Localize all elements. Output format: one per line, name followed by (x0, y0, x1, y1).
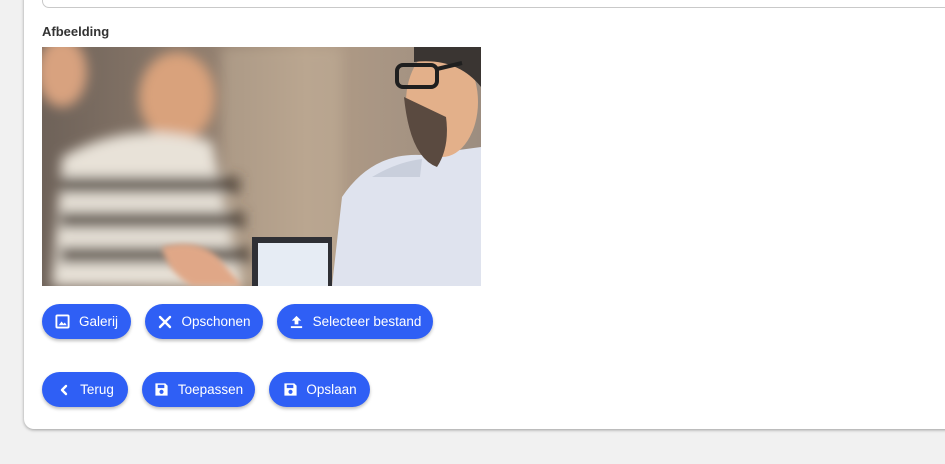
apply-button[interactable]: Toepassen (142, 372, 255, 407)
select-file-button[interactable]: Selecteer bestand (277, 304, 433, 339)
save-icon (282, 382, 298, 398)
image-icon (55, 314, 71, 330)
upload-icon (289, 314, 305, 330)
clear-button[interactable]: Opschonen (145, 304, 263, 339)
chevron-left-icon (56, 382, 72, 398)
apply-button-label: Toepassen (177, 382, 244, 397)
gallery-button[interactable]: Galerij (42, 304, 131, 339)
clear-button-label: Opschonen (181, 314, 251, 329)
image-preview (42, 47, 481, 286)
gallery-button-label: Galerij (78, 314, 118, 329)
save-icon (154, 382, 170, 398)
select-file-button-label: Selecteer bestand (312, 314, 422, 329)
previous-field-input[interactable] (42, 0, 945, 8)
close-icon (157, 314, 173, 330)
back-button-label: Terug (80, 382, 114, 397)
back-button[interactable]: Terug (42, 372, 128, 407)
save-button-label: Opslaan (306, 382, 357, 397)
save-button[interactable]: Opslaan (269, 372, 370, 407)
image-field-label: Afbeelding (42, 24, 110, 39)
